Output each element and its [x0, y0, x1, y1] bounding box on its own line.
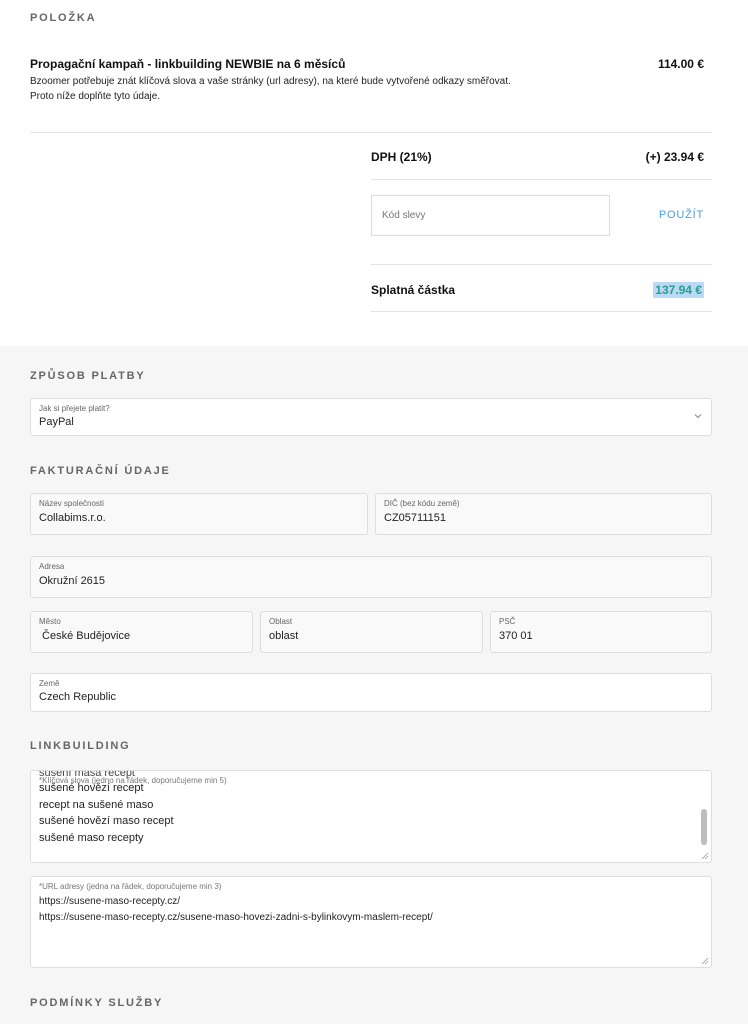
divider — [371, 179, 712, 180]
linkbuilding-section-title: LINKBUILDING — [30, 740, 131, 752]
zip-value: 370 01 — [499, 630, 533, 642]
keyword-line: sušené hovězí recept — [39, 782, 144, 794]
terms-section-title: PODMÍNKY SLUŽBY — [30, 997, 164, 1009]
region-label: Oblast — [269, 617, 293, 626]
city-label: Město — [39, 617, 61, 626]
address-label: Adresa — [39, 562, 65, 571]
city-value: České Budějovice — [39, 630, 131, 642]
item-section-title: POLOŽKA — [30, 12, 97, 24]
dic-label: DIČ (bez kódu země) — [384, 499, 460, 508]
chevron-down-icon — [694, 414, 702, 419]
urls-label: *URL adresy (jedna na řádek, doporučujem… — [39, 882, 222, 891]
divider — [30, 132, 712, 133]
keyword-line: recept na sušené maso — [39, 799, 154, 811]
urls-textarea[interactable]: *URL adresy (jedna na řádek, doporučujem… — [30, 876, 712, 968]
total-label: Splatná částka — [371, 283, 456, 297]
scrollbar-thumb[interactable] — [701, 809, 707, 845]
zip-label: PSČ — [499, 617, 516, 626]
company-name-field[interactable]: Název společnosti Collabims.r.o. — [30, 493, 368, 535]
item-description: Bzoomer potřebuje znát klíčová slova a v… — [30, 76, 511, 102]
item-price: 114.00 € — [657, 57, 704, 71]
country-value: Czech Republic — [39, 691, 117, 703]
apply-coupon-button[interactable]: POUŽÍT — [659, 209, 704, 221]
vat-label: DPH (21%) — [371, 150, 432, 164]
region-value: oblast — [269, 630, 299, 642]
url-line: https://susene-maso-recepty.cz/ — [39, 896, 180, 907]
dic-value: CZ05711151 — [384, 512, 446, 524]
checkout-form: ZPŮSOB PLATBY Jak si přejete platit? Pay… — [0, 346, 748, 1024]
url-line: https://susene-maso-recepty.cz/susene-ma… — [39, 912, 433, 923]
address-field[interactable]: Adresa Okružní 2615 — [30, 556, 712, 598]
payment-section-title: ZPŮSOB PLATBY — [30, 370, 146, 382]
keyword-line: sušené maso recepty — [39, 832, 144, 844]
keywords-textarea[interactable]: sušení masa recept *Klíčová slova (jedno… — [30, 770, 712, 863]
order-summary: POLOŽKA Propagační kampaň - linkbuilding… — [0, 0, 748, 346]
coupon-input[interactable] — [371, 195, 610, 236]
total-value: 137.94 € — [653, 282, 704, 298]
country-select[interactable]: Země Czech Republic — [30, 673, 712, 712]
divider — [371, 311, 712, 312]
country-label: Země — [39, 679, 60, 688]
divider — [371, 264, 712, 265]
item-name: Propagační kampaň - linkbuilding NEWBIE … — [30, 57, 346, 71]
payment-method-label: Jak si přejete platit? — [39, 404, 110, 413]
vat-value: (+) 23.94 € — [645, 150, 704, 164]
billing-section-title: FAKTURAČNÍ ÚDAJE — [30, 465, 171, 477]
company-name-value: Collabims.r.o. — [39, 512, 106, 524]
payment-method-select[interactable]: Jak si přejete platit? PayPal — [30, 398, 712, 436]
scrollbar[interactable] — [700, 773, 709, 848]
city-field[interactable]: Město České Budějovice — [30, 611, 253, 653]
resize-handle-icon[interactable] — [701, 852, 709, 860]
company-name-label: Název společnosti — [39, 499, 104, 508]
resize-handle-icon[interactable] — [701, 957, 709, 965]
address-value: Okružní 2615 — [39, 575, 106, 587]
keyword-line: sušené hovězí maso recept — [39, 815, 174, 827]
region-field[interactable]: Oblast oblast — [260, 611, 483, 653]
dic-field[interactable]: DIČ (bez kódu země) CZ05711151 — [375, 493, 712, 535]
payment-method-value: PayPal — [39, 416, 74, 428]
zip-field[interactable]: PSČ 370 01 — [490, 611, 712, 653]
